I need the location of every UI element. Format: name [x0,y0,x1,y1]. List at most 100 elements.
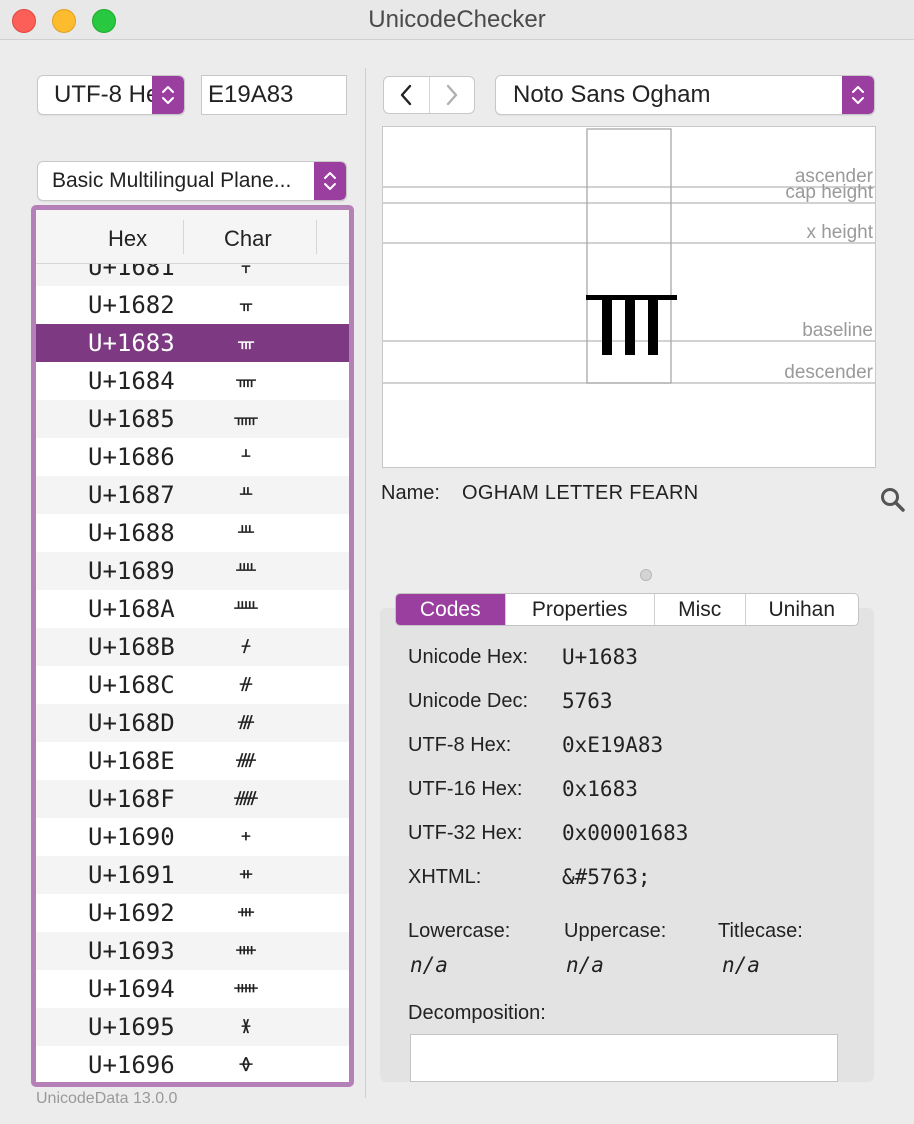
decomposition-field[interactable] [410,1034,838,1082]
row-char: ᚇ [239,484,253,504]
lowercase-value: n/a [410,953,448,977]
column-separator [316,220,317,254]
list-row[interactable]: U+168D ᚍ [36,704,349,742]
unicode-data-version: UnicodeData 13.0.0 [36,1090,178,1107]
list-row[interactable]: U+168E ᚎ [36,742,349,780]
xhtml-value: &#5763; [562,865,651,889]
row-hex: U+1688 [88,519,175,547]
list-row[interactable]: U+1691 ᚑ [36,856,349,894]
encoding-popup[interactable]: UTF-8 Hex [37,75,185,115]
row-char: ᚐ [241,826,251,846]
column-header-char[interactable]: Char [224,226,272,252]
tab-codes[interactable]: Codes [396,594,505,625]
popup-stepper-icon [842,76,874,114]
row-char: ᚈ [238,522,254,542]
character-rows: U+1681 ᚁ U+1682 ᚂ U+1683 ᚃ U+1684 ᚄ U+1685 ᚅ U+168… [36,248,349,1082]
row-char: ᚉ [236,560,256,580]
list-row[interactable]: U+1694 ᚔ [36,970,349,1008]
row-char: ᚕ [241,1016,251,1036]
tab-unihan[interactable]: Unihan [744,594,859,625]
list-row[interactable]: U+1696 ᚖ [36,1046,349,1082]
row-hex: U+168E [88,747,175,775]
list-row[interactable]: U+1689 ᚉ [36,552,349,590]
row-hex: U+1684 [88,367,175,395]
list-row[interactable]: U+1682 ᚂ [36,286,349,324]
encoded-value-field[interactable]: E19A83 [201,75,347,115]
list-row[interactable]: U+1686 ᚆ [36,438,349,476]
row-char: ᚅ [234,408,258,428]
row-hex: U+168D [88,709,175,737]
utf16-hex-value: 0x1683 [562,777,638,801]
utf16-hex-label: UTF-16 Hex: [408,778,523,800]
row-char: ᚖ [239,1054,253,1074]
utf8-hex-value: 0xE19A83 [562,733,664,757]
list-row[interactable]: U+1685 ᚅ [36,400,349,438]
row-hex: U+1687 [88,481,175,509]
row-char: ᚍ [238,712,254,732]
row-hex: U+1692 [88,899,175,927]
row-char: ᚊ [234,598,258,618]
list-row[interactable]: U+1695 ᚕ [36,1008,349,1046]
back-button[interactable] [384,77,429,113]
row-char: ᚒ [238,902,254,922]
tab-properties[interactable]: Properties [504,594,654,625]
xhtml-label: XHTML: [408,866,482,888]
forward-button[interactable] [428,77,475,113]
list-row[interactable]: U+168A ᚊ [36,590,349,628]
row-hex: U+1695 [88,1013,175,1041]
lowercase-label: Lowercase: [408,920,511,942]
unicode-hex-value: U+1683 [562,645,638,669]
plane-popup-label: Basic Multilingual Plane... [52,169,292,192]
window-title: UnicodeChecker [368,6,546,33]
history-navigation [383,76,475,114]
uppercase-label: Uppercase: [564,920,667,942]
row-char: ᚋ [241,636,251,656]
decomposition-label: Decomposition: [408,1002,546,1024]
row-char: ᚂ [239,294,253,314]
row-hex: U+1690 [88,823,175,851]
row-char: ᚃ [238,332,254,352]
list-row[interactable]: U+1683 ᚃ [36,324,349,362]
ogham-fearn-glyph [586,295,677,355]
titlecase-value: n/a [722,953,760,977]
utf8-hex-label: UTF-8 Hex: [408,734,512,756]
utf32-hex-value: 0x00001683 [562,821,689,845]
plane-popup[interactable]: Basic Multilingual Plane... [37,161,347,201]
list-header: Hex Char [36,210,349,264]
column-separator [183,220,184,254]
metric-label-cap-height: cap height [785,182,873,203]
uppercase-value: n/a [566,953,604,977]
search-icon[interactable] [879,486,907,514]
list-row[interactable]: U+1693 ᚓ [36,932,349,970]
row-char: ᚑ [239,864,253,884]
list-row[interactable]: U+1684 ᚄ [36,362,349,400]
metric-label-baseline: baseline [802,320,873,341]
list-row[interactable]: U+1687 ᚇ [36,476,349,514]
list-row[interactable]: U+1688 ᚈ [36,514,349,552]
row-hex: U+168B [88,633,175,661]
row-hex: U+168C [88,671,175,699]
row-char: ᚔ [234,978,258,998]
tab-misc[interactable]: Misc [653,594,745,625]
chevron-left-icon [401,84,412,106]
list-row[interactable]: U+168C ᚌ [36,666,349,704]
list-row[interactable]: U+1692 ᚒ [36,894,349,932]
row-hex: U+1696 [88,1051,175,1079]
row-char: ᚎ [236,750,256,770]
list-row[interactable]: U+168F ᚏ [36,780,349,818]
column-header-hex[interactable]: Hex [108,226,147,252]
row-hex: U+1689 [88,557,175,585]
row-char: ᚏ [234,788,258,808]
split-view-handle[interactable] [640,569,652,581]
unicode-hex-label: Unicode Hex: [408,646,529,668]
list-row[interactable]: U+168B ᚋ [36,628,349,666]
list-row[interactable]: U+1690 ᚐ [36,818,349,856]
split-divider[interactable] [365,68,366,1098]
row-hex: U+1693 [88,937,175,965]
font-popup[interactable]: Noto Sans Ogham [495,75,875,115]
popup-stepper-icon [314,162,346,200]
popup-stepper-icon [152,76,184,114]
row-hex: U+1694 [88,975,175,1003]
row-char: ᚆ [241,446,251,466]
character-list[interactable]: U+1681 ᚁ U+1682 ᚂ U+1683 ᚃ U+1684 ᚄ U+1685 ᚅ U+168… [31,205,354,1087]
